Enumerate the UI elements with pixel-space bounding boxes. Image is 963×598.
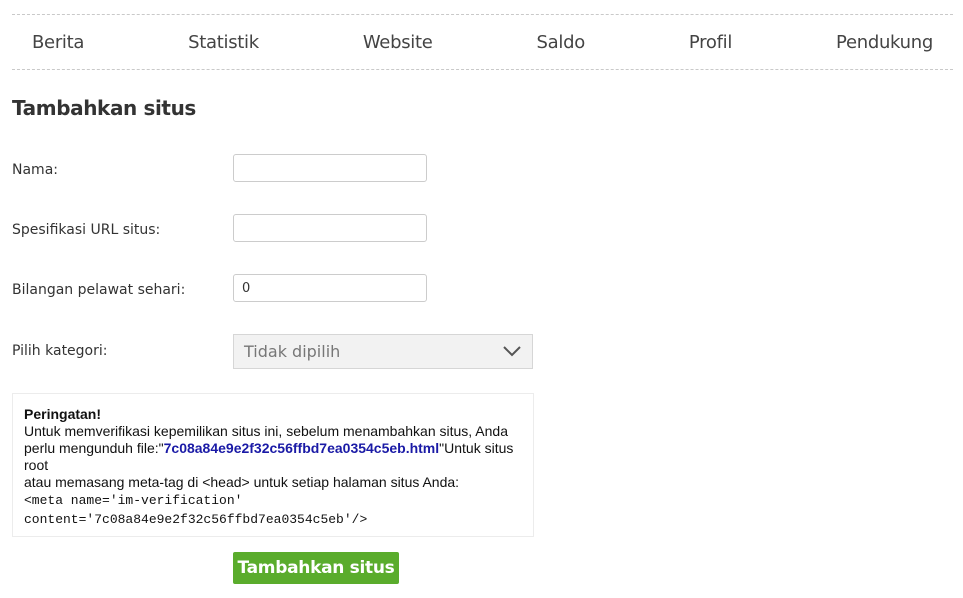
nav-item-saldo[interactable]: Saldo — [537, 32, 586, 53]
url-label: Spesifikasi URL situs: — [12, 222, 161, 238]
add-site-button[interactable]: Tambahkan situs — [233, 552, 399, 584]
url-input[interactable] — [233, 214, 427, 242]
nav-item-berita[interactable]: Berita — [32, 32, 84, 53]
meta-tag-code-line1: <meta name='im-verification' — [24, 493, 243, 508]
verification-warning: Peringatan! Untuk memverifikasi kepemili… — [12, 393, 534, 537]
url-row: Spesifikasi URL situs: — [12, 214, 612, 248]
visitors-input[interactable] — [233, 274, 427, 302]
nav-item-pendukung[interactable]: Pendukung — [836, 32, 933, 53]
name-input[interactable] — [233, 154, 427, 182]
page-title: Tambahkan situs — [12, 96, 196, 120]
category-row: Pilih kategori: Tidak dipilih — [12, 334, 612, 369]
visitors-label: Bilangan pelawat sehari: — [12, 282, 186, 298]
meta-tag-code-line2: content='7c08a84e9e2f32c56ffbd7ea0354c5e… — [24, 512, 368, 527]
warning-meta-text: atau memasang meta-tag di <head> untuk s… — [24, 474, 460, 490]
category-label: Pilih kategori: — [12, 343, 108, 359]
category-selected-value: Tidak dipilih — [244, 342, 341, 361]
chevron-down-icon — [502, 342, 522, 362]
verification-file-link[interactable]: 7c08a84e9e2f32c56ffbd7ea0354c5eb.html — [164, 440, 440, 456]
nav-item-website[interactable]: Website — [363, 32, 433, 53]
name-row: Nama: — [12, 154, 612, 188]
visitors-row: Bilangan pelawat sehari: — [12, 274, 612, 308]
warning-title: Peringatan! — [24, 406, 102, 422]
nav-item-statistik[interactable]: Statistik — [188, 32, 259, 53]
category-select[interactable]: Tidak dipilih — [233, 334, 533, 369]
nav-item-profil[interactable]: Profil — [689, 32, 732, 53]
main-nav: Berita Statistik Website Saldo Profil Pe… — [12, 14, 953, 70]
name-label: Nama: — [12, 162, 58, 178]
